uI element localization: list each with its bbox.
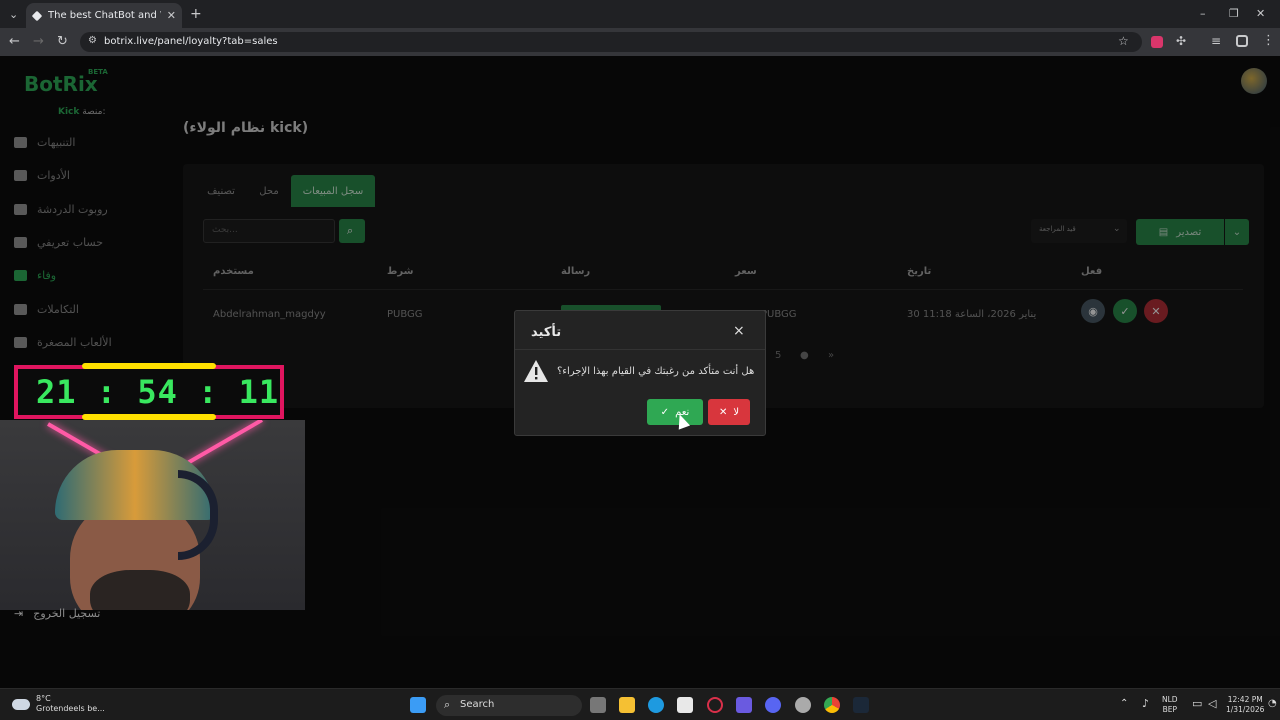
dialog-close-icon[interactable]: × bbox=[733, 323, 745, 339]
headset bbox=[178, 470, 218, 560]
keyboard-layout: BEP bbox=[1162, 705, 1177, 714]
start-icon[interactable] bbox=[410, 697, 426, 713]
stream-timer: 21 : 54 : 11 bbox=[36, 373, 280, 411]
forward-icon[interactable]: → bbox=[33, 35, 44, 49]
address-bar: ← → ↻ ⚙ botrix.live/panel/loyalty?tab=sa… bbox=[0, 28, 1280, 56]
logout-icon: ⇥ bbox=[14, 607, 24, 620]
browser-tab-bar: ⌄ The best ChatBot and Widgets ✕ + – ❐ ✕ bbox=[0, 0, 1280, 28]
opera-icon[interactable] bbox=[707, 697, 723, 713]
close-tab-icon[interactable]: ✕ bbox=[167, 9, 176, 22]
task-view-icon[interactable] bbox=[590, 697, 606, 713]
streamer-beard bbox=[90, 570, 190, 610]
language-code: NLD bbox=[1162, 695, 1178, 704]
weather-temp: 8°C bbox=[36, 694, 51, 703]
taskbar-search[interactable]: ⌕ Search bbox=[436, 695, 582, 716]
url-text[interactable]: botrix.live/panel/loyalty?tab=sales bbox=[104, 36, 278, 47]
steam-icon[interactable] bbox=[853, 697, 869, 713]
confirm-no-button[interactable]: ✕ لا bbox=[708, 399, 750, 425]
browser-tab[interactable]: The best ChatBot and Widgets ✕ bbox=[26, 3, 182, 28]
microphone-icon[interactable]: ♪ bbox=[1142, 697, 1149, 710]
search-icon: ⌕ bbox=[444, 698, 451, 711]
timer-accent-top bbox=[82, 363, 216, 369]
file-explorer-icon[interactable] bbox=[619, 697, 635, 713]
dialog-divider bbox=[515, 349, 765, 350]
extensions-puzzle-icon[interactable]: ✣ bbox=[1176, 34, 1186, 48]
omnibox[interactable]: ⚙ botrix.live/panel/loyalty?tab=sales ☆ bbox=[80, 32, 1142, 52]
tab-list-icon[interactable]: ⌄ bbox=[9, 8, 18, 21]
logout-label: تسجيل الخروج bbox=[33, 607, 101, 620]
settings-icon[interactable] bbox=[795, 697, 811, 713]
cloud-icon bbox=[12, 698, 30, 710]
no-label: لا bbox=[733, 406, 740, 418]
app-icon[interactable] bbox=[736, 697, 752, 713]
confirm-dialog: تأكيد × هل أنت متأكد من رغبتك في القيام … bbox=[514, 310, 766, 436]
edge-icon[interactable] bbox=[648, 697, 664, 713]
notifications-icon[interactable]: ◔ bbox=[1268, 698, 1277, 709]
check-icon: ✓ bbox=[660, 406, 670, 418]
network-icon[interactable]: ▭ bbox=[1192, 697, 1202, 710]
reload-icon[interactable]: ↻ bbox=[57, 35, 68, 49]
profile-icon[interactable] bbox=[1236, 35, 1248, 47]
logout-link[interactable]: ⇥ تسجيل الخروج bbox=[14, 607, 100, 620]
extension-icon[interactable] bbox=[1151, 36, 1163, 48]
taskbar-search-label: Search bbox=[460, 699, 495, 710]
new-tab-icon[interactable]: + bbox=[190, 6, 202, 22]
tray-chevron-icon[interactable]: ⌃ bbox=[1120, 698, 1128, 709]
close-window-icon[interactable]: ✕ bbox=[1256, 7, 1265, 20]
dialog-message: هل أنت متأكد من رغبتك في القيام بهذا الإ… bbox=[557, 366, 755, 377]
restore-icon[interactable]: ❐ bbox=[1229, 7, 1239, 20]
favicon-icon bbox=[31, 10, 43, 21]
weather-widget[interactable]: 8°C Grotendeels be... bbox=[12, 694, 105, 714]
bookmark-star-icon[interactable]: ☆ bbox=[1118, 34, 1129, 48]
clock[interactable]: 12:42 PM 1/31/2026 bbox=[1226, 695, 1264, 715]
back-icon[interactable]: ← bbox=[9, 35, 20, 49]
webcam-feed bbox=[0, 420, 305, 610]
tab-title: The best ChatBot and Widgets bbox=[48, 10, 161, 21]
dialog-title: تأكيد bbox=[531, 325, 562, 340]
site-info-icon[interactable]: ⚙ bbox=[88, 35, 97, 46]
discord-icon[interactable] bbox=[765, 697, 781, 713]
menu-kebab-icon[interactable]: ⋮ bbox=[1262, 33, 1275, 48]
close-icon: ✕ bbox=[718, 406, 728, 418]
weather-desc: Grotendeels be... bbox=[36, 704, 105, 713]
volume-icon[interactable]: ◁ bbox=[1208, 697, 1216, 710]
warning-icon bbox=[524, 360, 548, 382]
media-control-icon[interactable]: ≡ bbox=[1211, 34, 1221, 48]
language-indicator[interactable]: NLD BEP bbox=[1162, 695, 1178, 715]
minimize-icon[interactable]: – bbox=[1200, 7, 1206, 20]
clock-time: 12:42 PM bbox=[1227, 695, 1263, 704]
clock-date: 1/31/2026 bbox=[1226, 705, 1265, 714]
store-icon[interactable] bbox=[677, 697, 693, 713]
windows-taskbar: 8°C Grotendeels be... ⌕ Search ⌃ ♪ NLD B… bbox=[0, 688, 1280, 720]
chrome-icon[interactable] bbox=[824, 697, 840, 713]
